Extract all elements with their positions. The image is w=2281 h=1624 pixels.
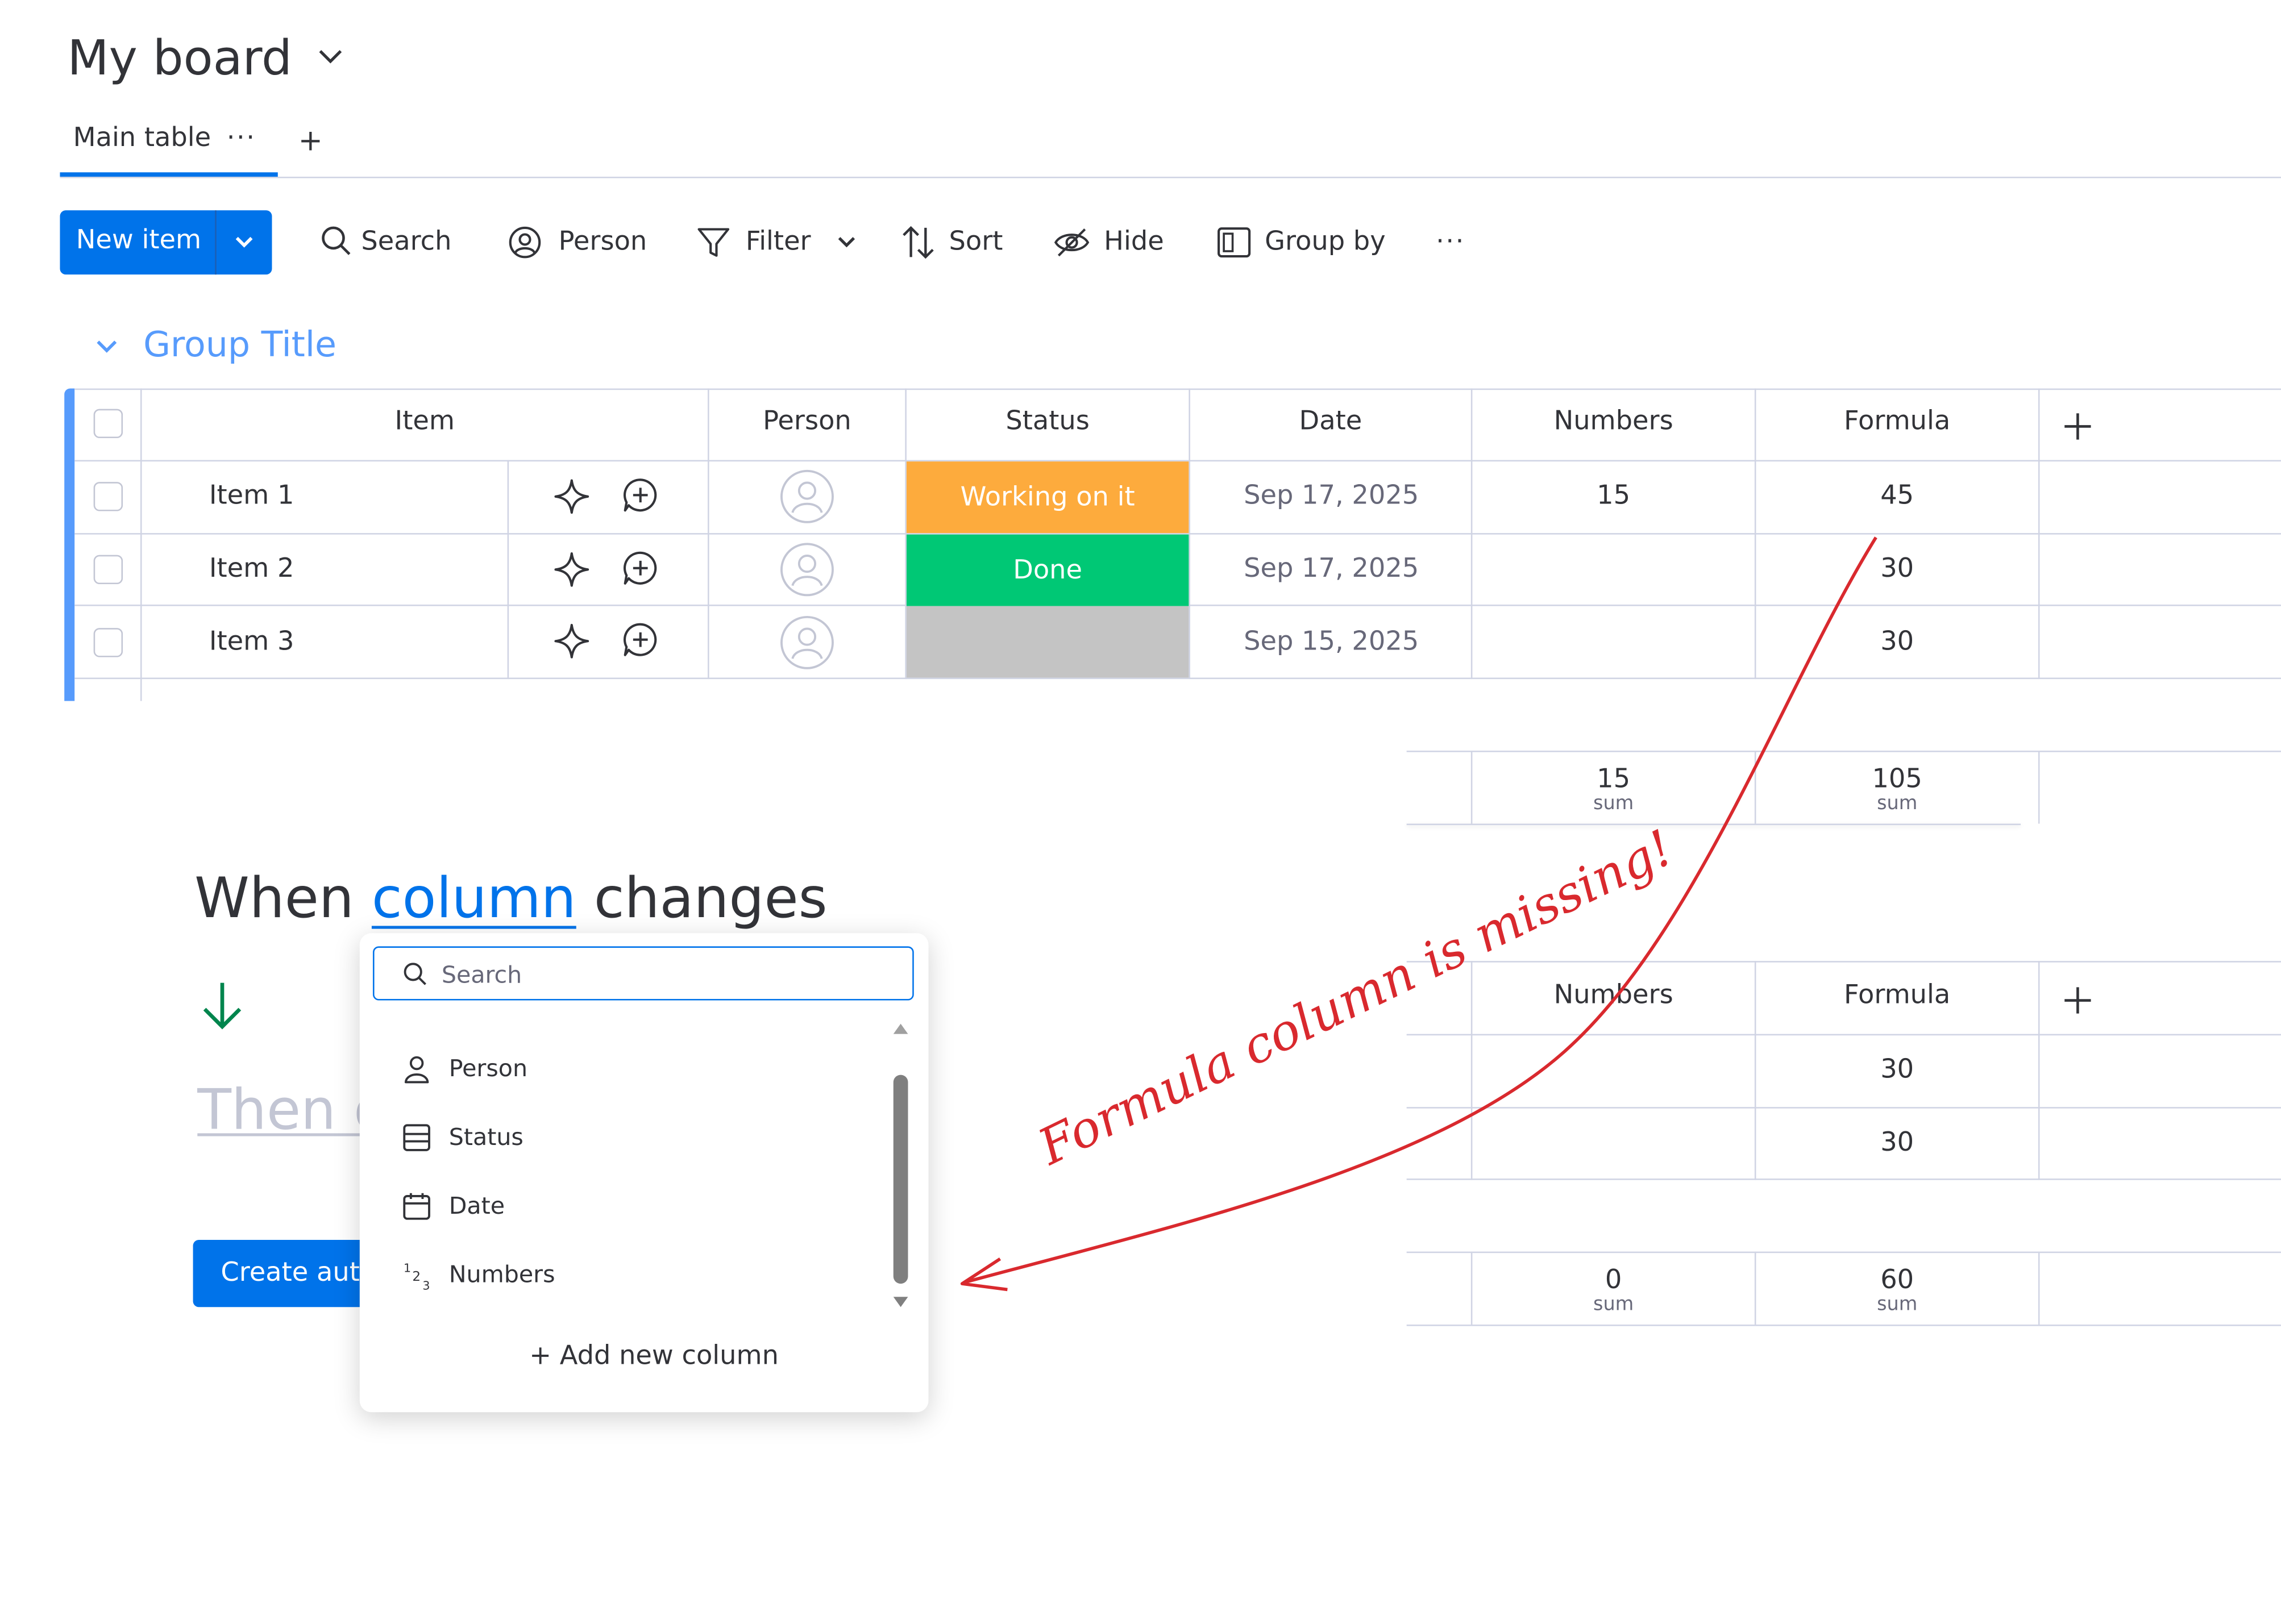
annotation-overlay: Formula column is missing! <box>960 536 1877 1292</box>
stage: My board Main table ··· + New item Searc… <box>0 0 2281 1624</box>
annotation-text: Formula column is missing! <box>1029 819 1682 1177</box>
annotation-arrow <box>965 536 1877 1284</box>
